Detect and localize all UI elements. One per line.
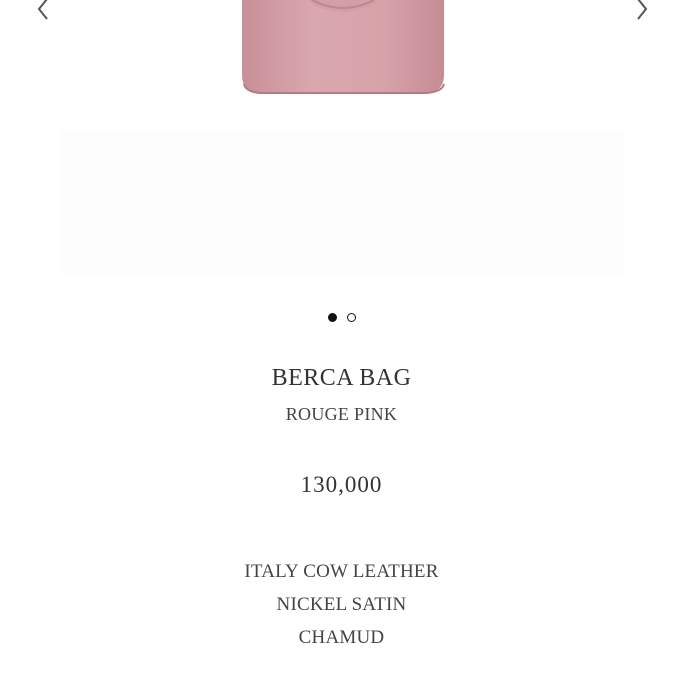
carousel-dot-2[interactable] [346, 313, 356, 322]
product-price: 130,000 [300, 472, 383, 497]
product-color: ROUGE PINK [285, 404, 398, 424]
next-slide-button[interactable] [627, 0, 657, 24]
product-image [242, 0, 445, 94]
prev-slide-button[interactable] [28, 0, 58, 24]
carousel-pagination [0, 313, 683, 322]
product-image-carousel[interactable] [0, 0, 683, 300]
chevron-right-icon [637, 0, 648, 20]
product-detail: ITALY COW LEATHER [244, 561, 439, 582]
product-name: BERCA BAG [271, 365, 412, 391]
image-backdrop [60, 130, 625, 275]
product-detail: CHAMUD [298, 627, 385, 648]
carousel-dot-1[interactable] [327, 313, 337, 322]
product-detail: NICKEL SATIN [276, 594, 407, 615]
chevron-left-icon [37, 0, 48, 20]
